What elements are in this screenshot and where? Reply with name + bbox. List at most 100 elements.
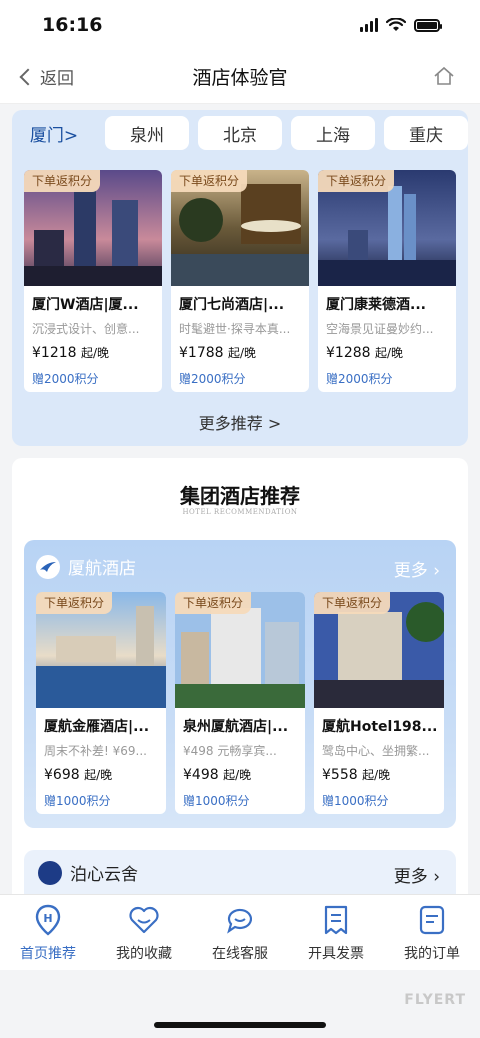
city-hotel-list: 下单返积分 厦门W酒店|厦... 沉浸式设计、创意... ¥1218 起/晚 赠…	[24, 170, 456, 392]
points-label: 赠1000积分	[322, 794, 389, 808]
tab-label: 开具发票	[308, 946, 364, 962]
brand-name: 厦航酒店	[68, 559, 136, 579]
bottom-tab-bar: H 首页推荐 我的收藏 在线客服 开具发票 我的订单	[0, 894, 480, 970]
hotel-price: ¥698 起/晚	[44, 766, 112, 783]
price-unit: 起/晚	[375, 346, 404, 360]
brand-header: 厦航酒店	[36, 554, 136, 579]
tab-orders[interactable]: 我的订单	[384, 895, 480, 970]
tab-label: 我的收藏	[116, 946, 172, 962]
nav-bar: 返回 酒店体验官	[0, 50, 480, 104]
price-value: ¥558	[322, 767, 358, 783]
rebate-tag: 下单返积分	[314, 592, 391, 614]
points-label: 赠2000积分	[179, 372, 246, 386]
price-value: ¥1788	[179, 345, 224, 361]
tab-favorites[interactable]: 我的收藏	[96, 895, 192, 970]
price-unit: 起/晚	[228, 346, 257, 360]
rebate-tag: 下单返积分	[171, 170, 248, 192]
rebate-tag: 下单返积分	[318, 170, 395, 192]
hotel-desc: 周末不补差! ¥69...	[44, 744, 147, 758]
tab-quanzhou[interactable]: 泉州	[105, 116, 189, 150]
price-unit: 起/晚	[84, 768, 113, 782]
price-value: ¥498	[183, 767, 219, 783]
boxin-logo-icon	[38, 860, 62, 885]
hotel-price: ¥1788 起/晚	[179, 344, 256, 361]
invoice-icon	[324, 905, 348, 935]
tab-label: 首页推荐	[20, 946, 76, 962]
hotel-price: ¥498 起/晚	[183, 766, 251, 783]
price-value: ¥1218	[32, 345, 77, 361]
brand-panel-boxin: 泊心云舍 更多 ›	[24, 850, 456, 894]
points-label: 赠2000积分	[32, 372, 99, 386]
brand-more-link[interactable]: 更多 ›	[394, 556, 440, 581]
xiamen-air-logo-icon	[36, 554, 60, 579]
hotel-name: 厦航Hotel198...	[322, 719, 438, 735]
hotel-card[interactable]: 下单返积分 厦门W酒店|厦... 沉浸式设计、创意... ¥1218 起/晚 赠…	[24, 170, 162, 392]
page-title: 酒店体验官	[192, 67, 288, 89]
tab-chongqing[interactable]: 重庆	[384, 116, 468, 150]
tab-invoice[interactable]: 开具发票	[288, 895, 384, 970]
home-indicator[interactable]	[154, 1022, 326, 1028]
brand-header: 泊心云舍	[38, 860, 138, 885]
brand-panel-xiamen-air: 厦航酒店 更多 › 下单返积分 厦航金雁酒店|... 周末不补差! ¥69...…	[24, 540, 456, 828]
group-hotel-section: 集团酒店推荐 HOTEL RECOMMENDATION 厦航酒店 更多 › 下单…	[12, 458, 468, 894]
back-label: 返回	[40, 69, 74, 89]
more-recommend-link[interactable]: 更多推荐 >	[12, 410, 468, 434]
hotel-name: 厦门W酒店|厦...	[32, 297, 139, 313]
rebate-tag: 下单返积分	[36, 592, 113, 614]
tab-home[interactable]: H 首页推荐	[0, 895, 96, 970]
hotel-desc: 空海景见证曼妙约...	[326, 322, 434, 336]
tab-label: 在线客服	[212, 946, 268, 962]
hotel-card[interactable]: 下单返积分 厦门康莱德酒... 空海景见证曼妙约... ¥1288 起/晚 赠2…	[318, 170, 456, 392]
status-bar: 16:16	[0, 0, 480, 50]
price-unit: 起/晚	[223, 768, 252, 782]
price-unit: 起/晚	[81, 346, 110, 360]
city-tabs: 厦门> 泉州 北京 上海 重庆	[12, 110, 468, 154]
home-h-icon: H	[35, 904, 61, 936]
brand-name: 泊心云舍	[70, 865, 138, 885]
hotel-card[interactable]: 下单返积分 厦门七尚酒店|... 时髦避世·探寻本真... ¥1788 起/晚 …	[171, 170, 309, 392]
signal-icon	[360, 18, 378, 32]
status-icons	[360, 18, 442, 32]
watermark: FLYERT	[404, 992, 466, 1008]
wifi-icon	[386, 18, 406, 31]
price-unit: 起/晚	[362, 768, 391, 782]
hotel-price: ¥1288 起/晚	[326, 344, 403, 361]
brand-more-link[interactable]: 更多 ›	[394, 862, 440, 887]
battery-icon	[414, 18, 442, 32]
status-time: 16:16	[42, 14, 103, 36]
hotel-card[interactable]: 下单返积分 泉州厦航酒店|... ¥498 元畅享宾... ¥498 起/晚 赠…	[175, 592, 305, 814]
section-title: 集团酒店推荐	[180, 484, 300, 508]
order-icon	[419, 905, 445, 935]
chat-icon	[227, 908, 252, 934]
rebate-tag: 下单返积分	[175, 592, 252, 614]
section-subtitle: HOTEL RECOMMENDATION	[182, 508, 298, 516]
tab-label: 我的订单	[404, 946, 460, 962]
hotel-card[interactable]: 下单返积分 厦航金雁酒店|... 周末不补差! ¥69... ¥698 起/晚 …	[36, 592, 166, 814]
hotel-name: 泉州厦航酒店|...	[183, 719, 289, 735]
tab-shanghai[interactable]: 上海	[291, 116, 375, 150]
points-label: 赠2000积分	[326, 372, 393, 386]
tab-service[interactable]: 在线客服	[192, 895, 288, 970]
points-label: 赠1000积分	[183, 794, 250, 808]
svg-text:H: H	[43, 912, 52, 925]
back-button[interactable]: 返回	[19, 64, 74, 89]
hotel-price: ¥558 起/晚	[322, 766, 390, 783]
hotel-desc: ¥498 元畅享宾...	[183, 744, 277, 758]
hotel-card[interactable]: 下单返积分 厦航Hotel198... 鹭岛中心、坐拥繁... ¥558 起/晚…	[314, 592, 444, 814]
hotel-desc: 时髦避世·探寻本真...	[179, 322, 291, 336]
points-label: 赠1000积分	[44, 794, 111, 808]
tab-beijing[interactable]: 北京	[198, 116, 282, 150]
hotel-name: 厦航金雁酒店|...	[44, 719, 150, 735]
hotel-desc: 鹭岛中心、坐拥繁...	[322, 744, 430, 758]
price-value: ¥698	[44, 767, 80, 783]
hotel-name: 厦门康莱德酒...	[326, 297, 426, 313]
home-icon[interactable]	[432, 64, 456, 88]
tab-xiamen[interactable]: 厦门>	[12, 112, 96, 154]
hotel-name: 厦门七尚酒店|...	[179, 297, 285, 313]
rebate-tag: 下单返积分	[24, 170, 101, 192]
chevron-left-icon	[19, 68, 37, 85]
heart-icon	[129, 906, 159, 934]
city-recommend-panel: 厦门> 泉州 北京 上海 重庆 下单返积分 厦门W酒店|厦... 沉浸式设计、创…	[12, 110, 468, 446]
hotel-price: ¥1218 起/晚	[32, 344, 109, 361]
price-value: ¥1288	[326, 345, 371, 361]
